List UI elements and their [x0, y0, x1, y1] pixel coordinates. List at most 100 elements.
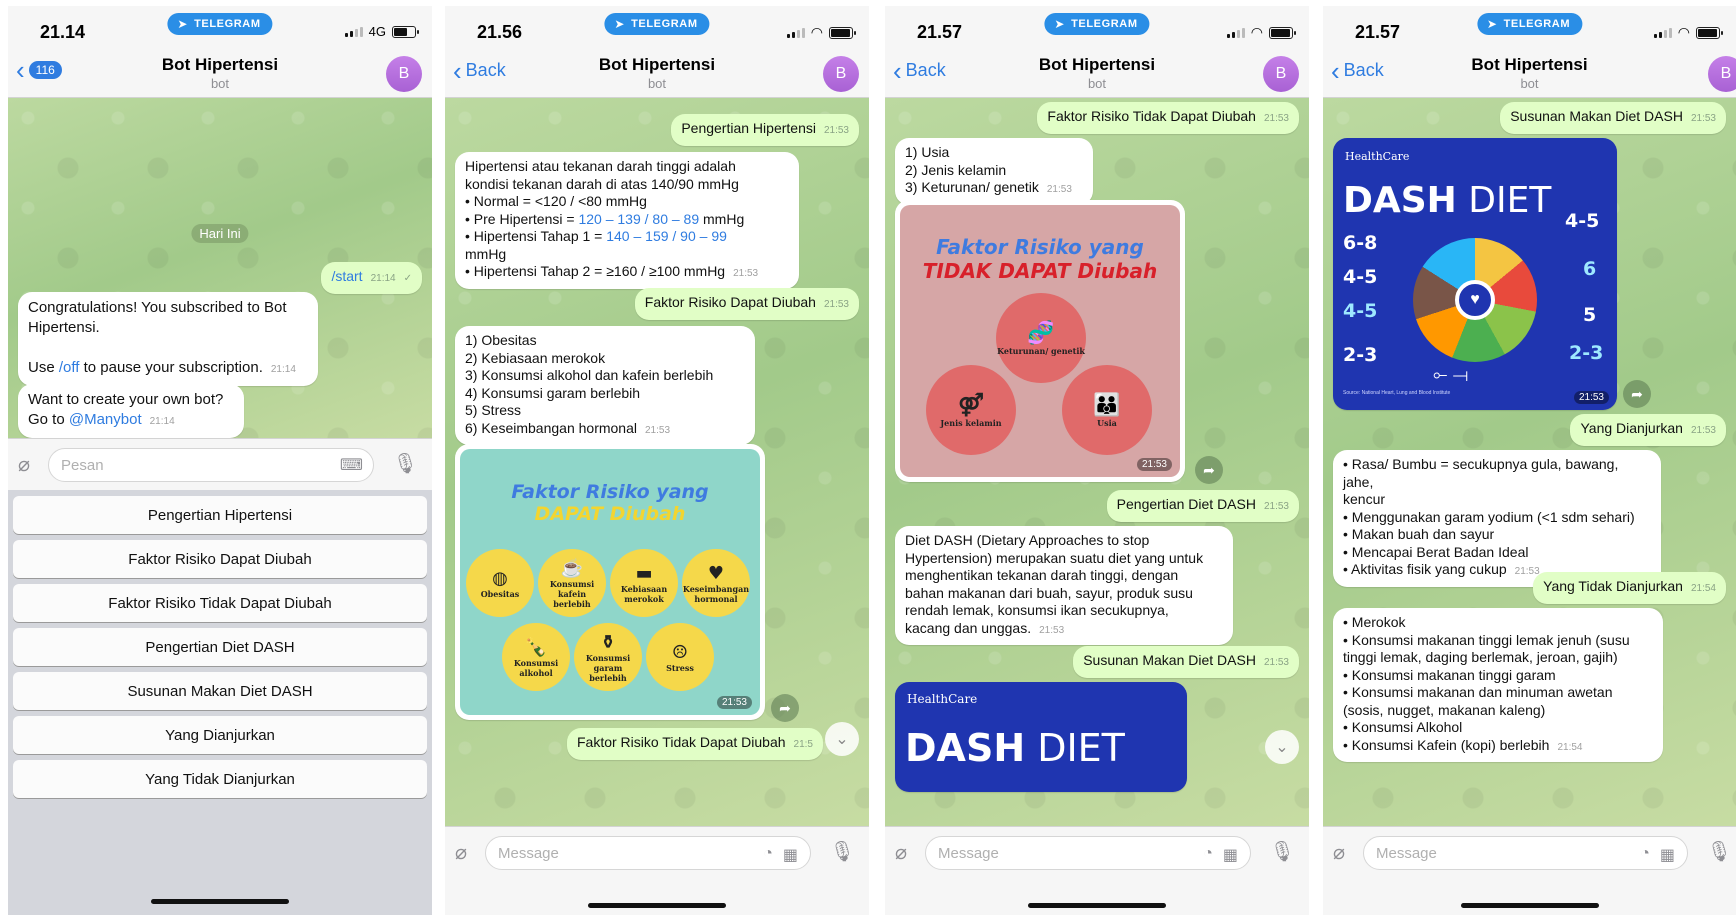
chat-title: Bot Hipertensi	[598, 55, 716, 74]
not-recommended-list: • Merokok • Konsumsi makanan tinggi lema…	[1343, 614, 1630, 753]
phone-screen-diet-dash: 21.57 ➤ TELEGRAM ◠ ‹ Back Bot Hipertensi b…	[1323, 6, 1736, 915]
scroll-down-button[interactable]: ⌄	[825, 722, 859, 756]
risk-list: 1) Obesitas 2) Kebiasaan merokok 3) Kons…	[465, 332, 714, 436]
keyboard-button-tidak-dianjurkan[interactable]: Yang Tidak Dianjurkan	[13, 760, 427, 798]
keyboard-button-dianjurkan[interactable]: Yang Dianjurkan	[13, 716, 427, 754]
chat-area[interactable]: Susunan Makan Diet DASH 21:53 HealthCare …	[1323, 98, 1736, 826]
forward-icon[interactable]: ➦	[1623, 380, 1651, 408]
chat-area[interactable]: Hari Ini /start 21:14 ✓ Congratulations! Y…	[8, 98, 432, 438]
signal-icon	[786, 27, 805, 38]
avatar[interactable]: B	[1263, 56, 1299, 92]
telegram-plane-icon: ➤	[614, 17, 626, 31]
forward-icon[interactable]: ➦	[1195, 456, 1223, 484]
keyboard-toggle-icon[interactable]: ▦	[1223, 845, 1238, 865]
attach-icon[interactable]: ⌀	[18, 452, 30, 477]
microphone-icon[interactable]: 🎙	[1707, 839, 1732, 864]
poster-item-label: Konsumsi alkohol	[513, 657, 559, 678]
poster-item-label: Konsumsi garam berlebih	[585, 652, 631, 683]
poster-item-label: Usia	[1097, 418, 1117, 428]
definition-line: mmHg	[465, 245, 507, 262]
microphone-icon[interactable]: 🎙	[1270, 839, 1295, 864]
message-text: Faktor Risiko Tidak Dapat Diubah	[1047, 108, 1256, 124]
manybot-link[interactable]: @Manybot	[69, 411, 142, 428]
chat-header: ‹ Back Bot Hipertensi bot B	[445, 50, 869, 98]
keyboard-toggle-icon[interactable]: ▦	[783, 845, 798, 865]
definition-line: • Normal = <120 / <80 mmHg	[465, 193, 647, 209]
start-command[interactable]: /start	[331, 268, 362, 284]
attach-icon[interactable]: ⌀	[1333, 840, 1345, 865]
keyboard-toggle-icon[interactable]: ▦	[1660, 845, 1675, 865]
keyboard-button-susunan-dash[interactable]: Susunan Makan Diet DASH	[13, 672, 427, 710]
image-message[interactable]: HealthCare DASH DIET	[895, 682, 1187, 792]
home-indicator	[1460, 903, 1599, 908]
phone-number-link[interactable]: 120 – 139 / 80 – 89	[578, 211, 699, 227]
input-placeholder: Message	[938, 845, 999, 862]
forward-icon[interactable]: ➦	[771, 694, 799, 722]
image-message[interactable]: Faktor Risiko yang TIDAK DAPAT Diubah 🧬 K…	[895, 200, 1185, 482]
attach-icon[interactable]: ⌀	[455, 840, 467, 865]
telegram-pill[interactable]: ➤ TELEGRAM	[167, 13, 273, 35]
poster-item: ▬ Kebiasaan merokok	[610, 549, 678, 617]
scroll-down-button[interactable]: ⌄	[1265, 730, 1299, 764]
sticker-icon[interactable]: ◔	[1203, 845, 1213, 865]
chat-area[interactable]: Pengertian Hipertensi 21:53 Hipertensi at…	[445, 98, 869, 826]
poster-item-label: Konsumsi kafein berlebih	[549, 578, 595, 609]
message-text: Yang Tidak Dianjurkan	[1543, 578, 1683, 594]
avatar[interactable]: B	[823, 56, 859, 92]
poster-item-label: Keseimbangan hormonal	[682, 583, 750, 604]
keyboard-button-faktor-tidak-dapat[interactable]: Faktor Risiko Tidak Dapat Diubah	[13, 584, 427, 622]
microphone-icon[interactable]: 🎙	[393, 451, 418, 476]
keyboard-button-pengertian-dash[interactable]: Pengertian Diet DASH	[13, 628, 427, 666]
poster-item: 🧬 Keturunan/ genetik	[996, 293, 1086, 383]
phone-number-link[interactable]: 140 – 159 / 90 – 99	[606, 228, 727, 244]
signal-icon	[1653, 27, 1672, 38]
manybot-text-pre: Go to	[28, 411, 69, 428]
poster-subtitle: TIDAK DAPAT Diubah	[922, 259, 1158, 283]
message-input[interactable]: Message ◔ ▦	[925, 836, 1251, 870]
image-message[interactable]: HealthCare DASH DIET ♥ 6-8 4-5 4-5 2-3 4…	[1333, 138, 1617, 410]
attach-icon[interactable]: ⌀	[895, 840, 907, 865]
outgoing-message: /start 21:14 ✓	[321, 262, 422, 294]
microphone-icon[interactable]: 🎙	[830, 839, 855, 864]
status-time: 21.57	[1355, 22, 1401, 42]
image-message[interactable]: Faktor Risiko yang DAPAT Diubah ◍ Obesita…	[455, 444, 765, 720]
definition-line: • Hipertensi Tahap 2 = ≥160 / ≥100 mmHg	[465, 263, 726, 279]
avatar[interactable]: B	[386, 56, 422, 92]
incoming-message: • Rasa/ Bumbu = secukupnya gula, bawang,…	[1333, 450, 1661, 587]
message-input[interactable]: Message ◔ ▦	[485, 836, 811, 870]
healthcare-logo: HealthCare	[907, 692, 978, 706]
wifi-icon: ◠	[1677, 24, 1690, 40]
chat-area[interactable]: Faktor Risiko Tidak Dapat Diubah 21:53 1)…	[885, 98, 1309, 826]
home-area	[445, 878, 869, 915]
message-input[interactable]: Message ◔ ▦	[1363, 836, 1688, 870]
message-time: 21:54	[1557, 741, 1583, 753]
image-time: 21:53	[1136, 458, 1172, 471]
welcome-text-post: to pause your subscription.	[79, 359, 263, 376]
risk-poster: Faktor Risiko yang DAPAT Diubah ◍ Obesita…	[460, 449, 760, 715]
outgoing-message: Faktor Risiko Tidak Dapat Diubah 21:53	[1037, 102, 1299, 134]
dash-title: DASH DIET	[905, 726, 1125, 770]
sticker-icon[interactable]: ◔	[763, 845, 773, 865]
poster-item: ♥ Keseimbangan hormonal	[682, 549, 750, 617]
message-time: 21:54	[1690, 583, 1716, 594]
keyboard-button-pengertian-hipertensi[interactable]: Pengertian Hipertensi	[13, 496, 427, 534]
definition-line: • Pre Hipertensi =	[465, 210, 579, 227]
incoming-message: Congratulations! You subscribed to Bot H…	[18, 292, 318, 386]
serving-value: 6-8	[1343, 232, 1378, 254]
message-time: 21:53	[1046, 184, 1072, 195]
avatar[interactable]: B	[1708, 56, 1736, 92]
stress-icon: ☹	[671, 641, 689, 663]
sticker-icon[interactable]: ◔	[1640, 845, 1650, 865]
off-command-link[interactable]: /off	[59, 359, 80, 376]
keyboard-button-faktor-dapat[interactable]: Faktor Risiko Dapat Diubah	[13, 540, 427, 578]
telegram-pill[interactable]: ➤ TELEGRAM	[1476, 13, 1583, 35]
dash-title-light: DIET	[1456, 180, 1552, 221]
keyboard-toggle-icon[interactable]: ⌨	[340, 455, 363, 475]
obesity-icon: ◍	[492, 567, 508, 589]
chevron-down-icon: ⌄	[1275, 739, 1289, 756]
telegram-pill[interactable]: ➤ TELEGRAM	[1044, 13, 1150, 35]
hormone-icon: ♥	[707, 562, 725, 584]
telegram-pill[interactable]: ➤ TELEGRAM	[604, 13, 710, 35]
status-time: 21.14	[40, 22, 86, 42]
message-input[interactable]: Pesan ⌨	[48, 448, 374, 482]
